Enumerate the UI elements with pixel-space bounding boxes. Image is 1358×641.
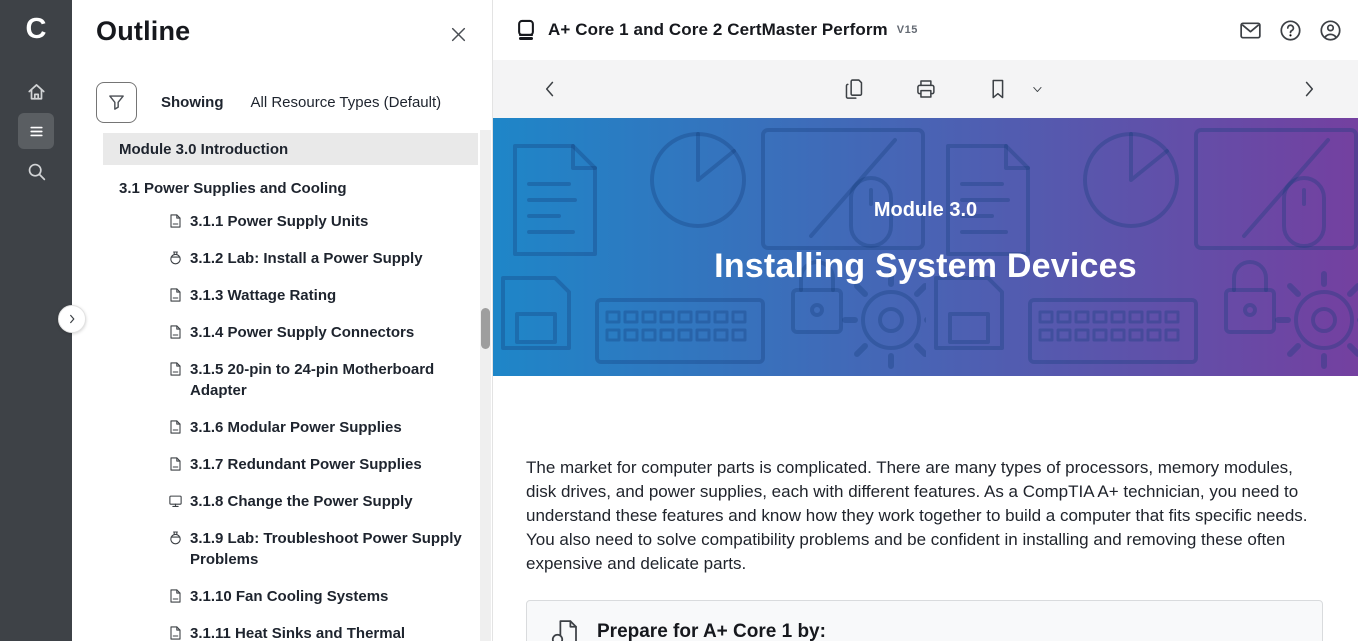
outline-item[interactable]: 3.1.2 Lab: Install a Power Supply	[103, 248, 478, 269]
filter-row: Showing All Resource Types (Default)	[96, 82, 441, 123]
module-banner: Module 3.0 Installing System Devices	[493, 118, 1358, 376]
outline-item-label: 3.1.6 Modular Power Supplies	[190, 417, 478, 438]
outline-menu-button[interactable]	[18, 113, 54, 149]
outline-item-label: 3.1.4 Power Supply Connectors	[190, 322, 478, 343]
outline-item-label: 3.1.7 Redundant Power Supplies	[190, 454, 478, 475]
app-window: C Outline Showing All Resource Types (De…	[0, 0, 1358, 641]
outline-item-label: Module 3.0 Introduction	[119, 141, 288, 158]
search-button[interactable]	[18, 153, 54, 189]
filter-showing-label: Showing	[161, 94, 224, 111]
panel-expand-button[interactable]	[58, 305, 86, 333]
outline-item-label: 3.1.5 20-pin to 24-pin Motherboard Adapt…	[190, 359, 478, 401]
person-icon	[1319, 19, 1342, 42]
outline-item[interactable]: 3.1.5 20-pin to 24-pin Motherboard Adapt…	[103, 359, 478, 401]
content-area: A+ Core 1 and Core 2 CertMaster Perform …	[492, 0, 1358, 641]
outline-title: Outline	[96, 16, 190, 47]
document-icon	[168, 324, 183, 340]
copy-button[interactable]	[838, 74, 868, 104]
document-icon	[168, 588, 183, 604]
outline-item-module-intro[interactable]: Module 3.0 Introduction	[103, 133, 478, 165]
objectives-doc-icon	[551, 618, 581, 641]
document-icon	[168, 287, 183, 303]
course-header: A+ Core 1 and Core 2 CertMaster Perform …	[493, 0, 1358, 60]
document-icon	[168, 361, 183, 377]
prepare-heading: Prepare for A+ Core 1 by:	[597, 617, 826, 641]
scrollbar-thumb[interactable]	[481, 308, 490, 349]
banner-text: Module 3.0 Installing System Devices	[493, 118, 1358, 376]
flask-icon	[168, 250, 183, 266]
close-outline-button[interactable]	[446, 22, 470, 46]
home-button[interactable]	[18, 73, 54, 109]
toolbar-center-group	[817, 74, 1047, 104]
home-icon	[26, 81, 47, 102]
print-button[interactable]	[910, 74, 940, 104]
outline-item-label: 3.1.1 Power Supply Units	[190, 211, 478, 232]
close-icon	[450, 26, 467, 43]
book-icon	[515, 19, 537, 41]
filter-funnel-icon	[107, 93, 126, 112]
outline-item[interactable]: 3.1.9 Lab: Troubleshoot Power Supply Pro…	[103, 528, 478, 570]
course-version-badge: V15	[897, 24, 918, 36]
brand-logo: C	[0, 8, 72, 50]
printer-icon	[914, 78, 936, 100]
banner-module-label: Module 3.0	[874, 199, 977, 222]
mail-icon	[1239, 19, 1262, 42]
outline-item[interactable]: 3.1.1 Power Supply Units	[103, 211, 478, 232]
document-icon	[168, 213, 183, 229]
outline-item-label: 3.1.10 Fan Cooling Systems	[190, 586, 478, 607]
prepare-card: Prepare for A+ Core 1 by:	[526, 600, 1323, 641]
outline-item[interactable]: 3.1.4 Power Supply Connectors	[103, 322, 478, 343]
outline-item-label: 3.1.8 Change the Power Supply	[190, 491, 478, 512]
help-button[interactable]	[1278, 18, 1302, 42]
monitor-icon	[168, 493, 183, 509]
next-page-button[interactable]	[1294, 74, 1324, 104]
filter-value: All Resource Types (Default)	[251, 94, 442, 111]
outline-panel: Outline Showing All Resource Types (Defa…	[72, 0, 492, 641]
chevron-down-icon	[1031, 83, 1044, 96]
banner-title: Installing System Devices	[714, 247, 1137, 286]
outline-item-label: 3.1 Power Supplies and Cooling	[119, 180, 347, 197]
page-toolbar	[493, 60, 1358, 118]
chevron-right-icon	[1298, 78, 1320, 100]
outline-item[interactable]: 3.1.3 Wattage Rating	[103, 285, 478, 306]
outline-section-header[interactable]: 3.1 Power Supplies and Cooling	[103, 178, 478, 199]
bookmark-menu-button[interactable]	[1027, 74, 1047, 104]
intro-paragraph: The market for computer parts is complic…	[526, 456, 1316, 576]
messages-button[interactable]	[1238, 18, 1262, 42]
copy-icon	[842, 78, 864, 100]
chevron-right-icon	[66, 313, 78, 325]
bookmark-button[interactable]	[982, 74, 1012, 104]
outline-list: Module 3.0 Introduction 3.1 Power Supplie…	[103, 133, 478, 641]
chevron-left-icon	[539, 78, 561, 100]
course-title: A+ Core 1 and Core 2 CertMaster Perform	[548, 20, 888, 40]
document-icon	[168, 456, 183, 472]
outline-scrollbar[interactable]	[480, 130, 491, 641]
previous-page-button[interactable]	[535, 74, 565, 104]
outline-item-label: 3.1.2 Lab: Install a Power Supply	[190, 248, 478, 269]
filter-button[interactable]	[96, 82, 137, 123]
outline-item-label: 3.1.11 Heat Sinks and Thermal	[190, 623, 478, 641]
outline-item[interactable]: 3.1.10 Fan Cooling Systems	[103, 586, 478, 607]
outline-item-label: 3.1.9 Lab: Troubleshoot Power Supply Pro…	[190, 528, 478, 570]
outline-item[interactable]: 3.1.11 Heat Sinks and Thermal	[103, 623, 478, 641]
outline-item[interactable]: 3.1.7 Redundant Power Supplies	[103, 454, 478, 475]
outline-item-label: 3.1.3 Wattage Rating	[190, 285, 478, 306]
outline-item[interactable]: 3.1.8 Change the Power Supply	[103, 491, 478, 512]
menu-icon	[26, 121, 47, 142]
search-icon	[26, 161, 47, 182]
document-icon	[168, 625, 183, 641]
bookmark-icon	[986, 78, 1008, 100]
help-icon	[1279, 19, 1302, 42]
document-icon	[168, 419, 183, 435]
account-button[interactable]	[1318, 18, 1342, 42]
flask-icon	[168, 530, 183, 546]
outline-item[interactable]: 3.1.6 Modular Power Supplies	[103, 417, 478, 438]
